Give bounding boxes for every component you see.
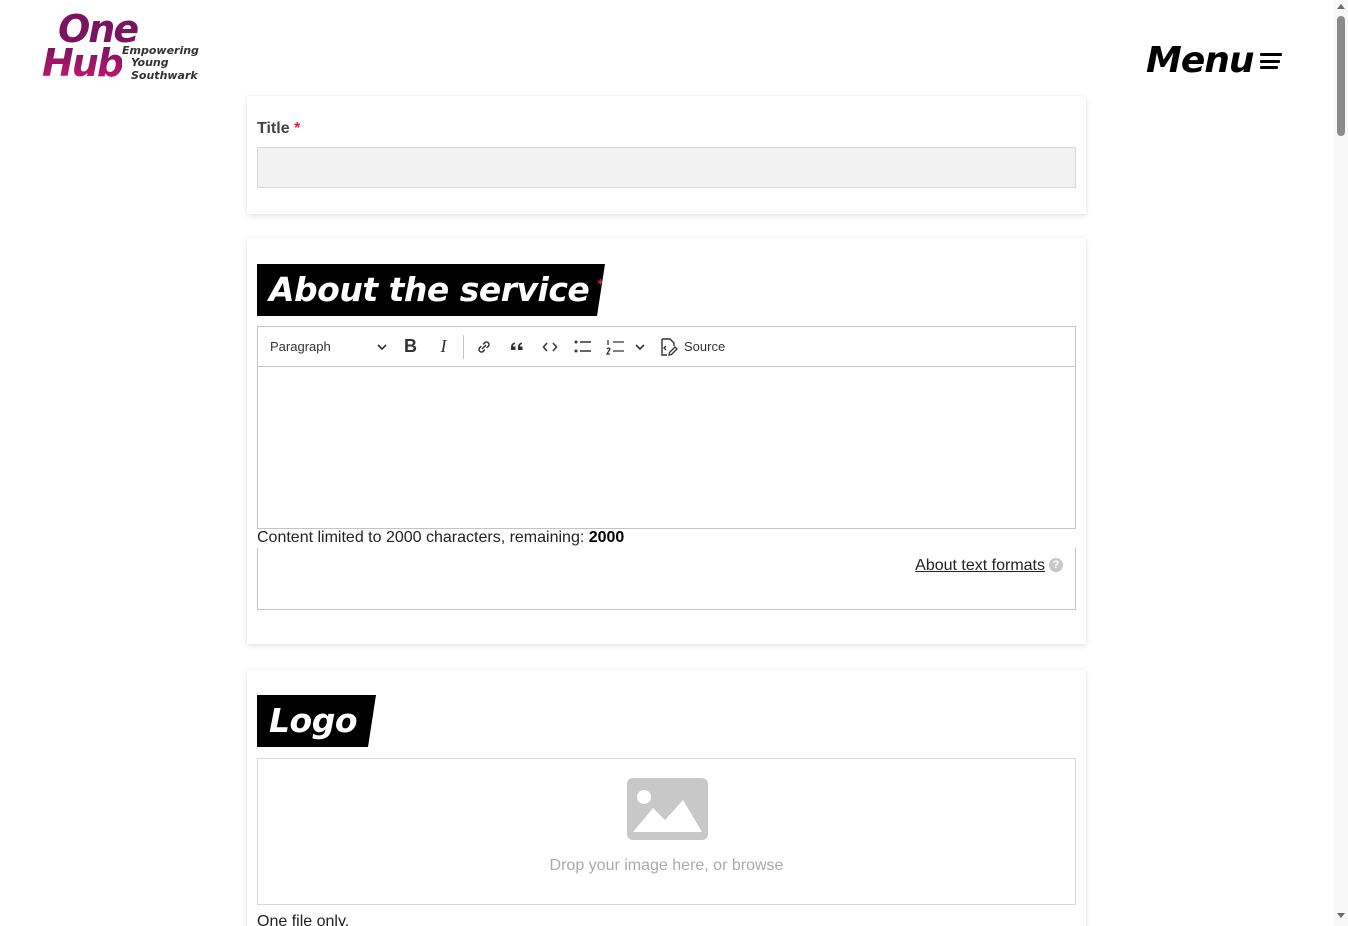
site-logo[interactable]: One Hub Empowering Young Southwark [42,10,232,85]
logo-card: Logo Drop your image here, or browse One… [247,670,1086,926]
editor-toolbar: Paragraph B I Source [257,326,1076,367]
toolbar-separator [463,334,464,359]
link-icon[interactable] [467,332,500,362]
numbered-list-icon[interactable] [599,332,632,362]
about-heading-text: About the service [269,270,590,309]
image-placeholder-icon [627,778,708,840]
title-card: Title * [247,96,1086,214]
file-limit-note: One file only. [257,913,350,926]
paragraph-format-label: Paragraph [270,339,331,354]
list-options-chevron-icon[interactable] [632,332,648,362]
hamburger-icon [1259,51,1284,69]
logo-tagline-2: Young Southwark [131,56,198,82]
title-label: Title * [257,120,301,137]
help-icon[interactable]: ? [1049,558,1063,572]
text-formats-box: About text formats ? [257,548,1076,610]
dropzone-text: Drop your image here, or browse [549,857,784,874]
menu-label: Menu [1146,39,1254,81]
bold-icon[interactable]: B [394,332,427,362]
scroll-down-arrow-icon[interactable] [1337,913,1345,918]
char-remaining-count: 2000 [588,529,625,546]
logo-heading: Logo [257,695,376,747]
blockquote-icon[interactable] [500,332,533,362]
scroll-thumb[interactable] [1337,16,1345,136]
image-dropzone[interactable]: Drop your image here, or browse [257,758,1076,905]
code-icon[interactable] [533,332,566,362]
char-limit-text: Content limited to 2000 characters, rema… [257,529,625,546]
source-button[interactable]: Source [652,332,731,362]
about-heading: About the service * [257,264,605,316]
page-scrollbar[interactable] [1334,0,1348,926]
chevron-down-icon [377,343,387,350]
scroll-up-arrow-icon[interactable] [1337,4,1345,9]
required-mark: * [294,120,301,137]
title-input[interactable] [257,147,1076,188]
source-edit-icon [661,337,678,356]
logo-text-hub: Hub [42,41,124,85]
menu-button[interactable]: Menu [1146,38,1284,82]
italic-icon[interactable]: I [427,332,460,362]
paragraph-format-select[interactable]: Paragraph [264,332,394,362]
required-mark: * [597,277,604,291]
rich-text-editor: Paragraph B I Source [257,326,1076,529]
bulleted-list-icon[interactable] [566,332,599,362]
about-text-formats-link[interactable]: About text formats [915,557,1045,575]
about-card: About the service * Paragraph B I Source… [247,238,1086,644]
source-label: Source [684,339,726,354]
editor-content-area[interactable] [257,367,1076,529]
